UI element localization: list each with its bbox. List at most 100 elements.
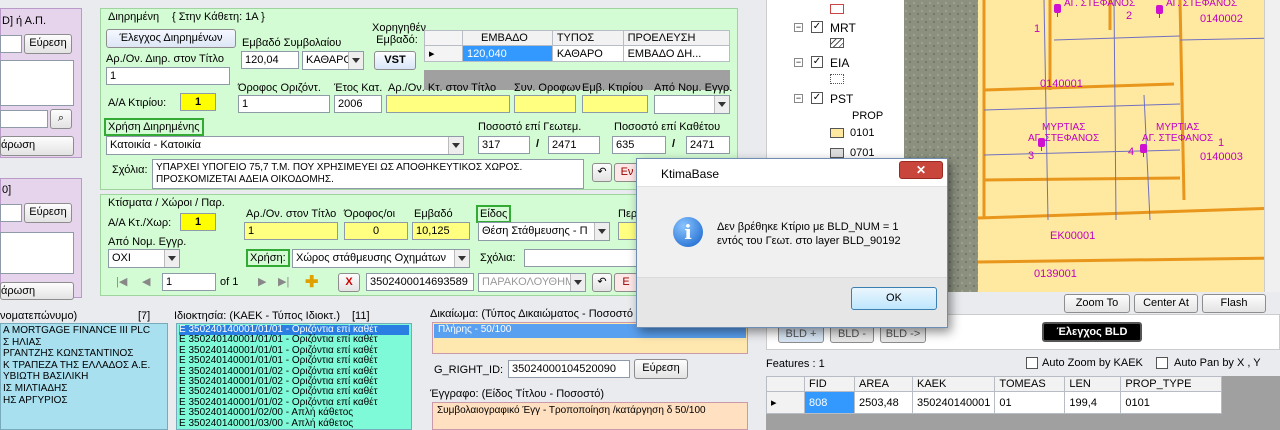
use-select[interactable]: Κατοικία - Κατοικία — [106, 136, 464, 155]
list-item[interactable]: A MORTGAGE FINANCE III PLC — [3, 325, 165, 337]
magnifier-button[interactable]: ⌕ — [50, 109, 72, 129]
left-field[interactable] — [0, 110, 48, 128]
layer-checkbox[interactable]: ✓ — [811, 56, 823, 68]
layer-checkbox[interactable]: ✓ — [811, 92, 823, 104]
bld-floor-input[interactable]: 0 — [344, 222, 408, 240]
layer-name: MRT — [830, 21, 856, 35]
auto-zoom-checkbox[interactable] — [1026, 357, 1038, 369]
notes-label: Σχόλια: — [112, 164, 148, 176]
list-item[interactable]: ΗΣ ΑΡΓΥΡΙΟΣ — [3, 395, 165, 407]
ktnum-input[interactable] — [386, 95, 510, 113]
bld-notes-input[interactable] — [524, 249, 638, 267]
left-result-box-2[interactable] — [0, 232, 74, 274]
floor-input[interactable]: 1 — [238, 95, 330, 113]
left-apply-button[interactable]: άρωση — [0, 136, 74, 156]
e-button[interactable]: Ε — [614, 273, 638, 292]
table-cell[interactable]: 808 — [804, 391, 855, 414]
undo-button[interactable]: ↶ — [592, 163, 612, 182]
table-cell[interactable]: 2503,48 — [854, 391, 913, 414]
gright-input[interactable]: 35024000104520090 — [508, 360, 630, 378]
year-input[interactable]: 2006 — [334, 95, 382, 113]
property-count: [11] — [352, 310, 370, 322]
left-apply-button-2[interactable]: άρωση — [0, 282, 74, 300]
check-divided-button[interactable]: Έλεγχος Διηρημένων — [106, 29, 236, 48]
left-search-input-2[interactable] — [0, 204, 22, 222]
vst-button[interactable]: VST — [374, 51, 416, 70]
year-label: Έτος Κατ. — [334, 82, 383, 94]
list-item[interactable]: Συμβολαιογραφικό Έγγ - Τροποποίηση /κατά… — [437, 405, 743, 416]
notes-textarea[interactable]: ΥΠΑΡΧΕΙ ΥΠΟΓΕΙΟ 75,7 Τ.Μ. ΠΟΥ ΧΡΗΣΙΜΕΥΕΙ… — [152, 159, 584, 189]
list-item[interactable]: ΥΒΙΩΤΗ ΒΑΣΙΛΙΚΗ — [3, 371, 165, 383]
check-bld-button[interactable]: Έλεγχος BLD — [1042, 322, 1142, 342]
bld-kind-select[interactable]: Θέση Στάθμευσης - Π — [478, 222, 610, 241]
left-result-box[interactable] — [0, 60, 74, 106]
rights-header: Δικαίωμα: (Τύπος Δικαιώματος - Ποσοστό — [430, 308, 633, 320]
nav-last-icon[interactable]: ▶| — [278, 275, 289, 288]
pct-geo-a[interactable]: 317 — [478, 136, 530, 154]
pct-geo-b[interactable]: 2471 — [548, 136, 600, 154]
list-item[interactable]: ΡΓΑΝΤΖΗΣ ΚΩΝΣΤΑΝΤΙΝΟΣ — [3, 348, 165, 360]
table-cell[interactable]: ΚΑΘΑΡΟ — [551, 45, 624, 62]
list-item[interactable]: Ε 350240140001/03/00 - Απλή κάθετος — [179, 418, 409, 429]
left-search-button[interactable]: Εύρεση — [24, 34, 72, 54]
bld-per-input[interactable] — [618, 222, 638, 240]
features-grid[interactable]: FID AREA KAEK TOMEAS LEN PROP_TYPE ▸ 808 2503,4… — [766, 376, 1222, 414]
flash-button[interactable]: Flash — [1202, 294, 1266, 313]
expand-icon[interactable]: − — [794, 23, 803, 32]
bld-aa-input[interactable]: 1 — [180, 213, 216, 231]
owners-list[interactable]: A MORTGAGE FINANCE III PLC Σ ΗΛΙΑΣ ΡΓΑΝΤ… — [0, 323, 168, 430]
property-list[interactable]: Ε 350240140001/01/01 - Οριζόντια επί καθ… — [176, 323, 412, 430]
auto-pan-checkbox[interactable] — [1156, 357, 1168, 369]
layer-checkbox[interactable]: ✓ — [811, 21, 823, 33]
map-view[interactable]: ΑΓ. ΣΤΕΦΑΝΟΣ ΑΓ. ΣΤΕΦΑΝΟΣ 0140002 014000… — [904, 0, 1280, 292]
document-list[interactable]: Συμβολαιογραφικό Έγγ - Τροποποίηση /κατά… — [432, 402, 748, 430]
area-input[interactable]: 120,04 — [241, 51, 299, 69]
bld-use-select[interactable]: Χώρος στάθμευσης Οχημάτων — [292, 249, 470, 268]
list-item[interactable]: Σ ΗΛΙΑΣ — [3, 337, 165, 349]
bld-num-input[interactable]: 1 — [244, 222, 338, 240]
granted-area-grid[interactable]: ΕΜΒΑΔΟ ΤΥΠΟΣ ΠΡΟΕΛΕΥΣΗ ▸ 120,040 ΚΑΘΑΡΟ ΕΜΒΑΔ… — [424, 30, 731, 62]
table-row[interactable]: ▸ 808 2503,48 350240140001 01 199,4 0101 — [766, 391, 1222, 414]
table-cell[interactable]: 01 — [994, 391, 1066, 414]
pct-kath-a[interactable]: 635 — [612, 136, 666, 154]
pct-kath-b[interactable]: 2471 — [686, 136, 730, 154]
table-row[interactable]: ▸ 120,040 ΚΑΘΑΡΟ ΕΜΒΑΔΟ ΔΗ... — [424, 45, 731, 62]
building-input[interactable]: 1 — [180, 93, 216, 111]
map-number: 1 — [1034, 23, 1041, 35]
center-at-button[interactable]: Center At — [1134, 294, 1198, 313]
zoom-to-button[interactable]: Zoom To — [1064, 294, 1130, 313]
left-search-input[interactable] — [0, 35, 22, 53]
list-item[interactable]: ΙΣ ΜΙΛΤΙΑΔΗΣ — [3, 383, 165, 395]
table-cell[interactable]: 0101 — [1120, 391, 1222, 414]
expand-icon[interactable]: − — [794, 58, 803, 67]
table-cell[interactable]: 350240140001 — [911, 391, 996, 414]
bld-legal-select[interactable]: ΟΧΙ — [108, 249, 180, 268]
map-scrollbar[interactable] — [1264, 0, 1280, 292]
divided-num-input[interactable]: 1 — [106, 67, 230, 85]
expand-icon[interactable]: − — [794, 94, 803, 103]
left-search-button-2[interactable]: Εύρεση — [24, 203, 72, 223]
add-icon[interactable]: ✚ — [305, 272, 318, 292]
nav-first-icon[interactable]: |◀ — [116, 275, 127, 288]
nav-next-icon[interactable]: ▶ — [258, 275, 266, 288]
table-cell[interactable]: 120,040 — [462, 45, 553, 62]
status-select[interactable]: ΠΑΡΑΚΟΛΟΥΘΗΜ. — [478, 273, 586, 292]
table-cell[interactable]: 199,4 — [1064, 391, 1122, 414]
delete-button[interactable]: X — [338, 273, 360, 292]
map-parcel-label: 0139001 — [1034, 268, 1077, 280]
nav-prev-icon[interactable]: ◀ — [142, 275, 150, 288]
gright-search-button[interactable]: Εύρεση — [634, 359, 688, 379]
legal-select[interactable] — [654, 95, 730, 114]
record-code-input[interactable]: 3502400014693589 — [366, 273, 474, 291]
close-icon[interactable]: ✕ — [899, 161, 943, 179]
undo-button-2[interactable]: ↶ — [592, 273, 612, 292]
ok-button[interactable]: OK — [851, 287, 937, 310]
table-cell[interactable]: ΕΜΒΑΔΟ ΔΗ... — [622, 45, 731, 62]
list-item[interactable]: Κ ΤΡΑΠΕΖΑ ΤΗΣ ΕΛΛΑΔΟΣ Α.Ε. — [3, 360, 165, 372]
area-type-select[interactable]: ΚΑΘΑΡΟ — [302, 51, 364, 70]
bld-area-input[interactable]: 10,125 — [412, 222, 470, 240]
nav-position-input[interactable]: 1 — [162, 273, 216, 291]
coown-input[interactable] — [514, 95, 576, 113]
barea-input[interactable] — [582, 95, 648, 113]
row-indicator-icon: ▸ — [424, 45, 463, 62]
